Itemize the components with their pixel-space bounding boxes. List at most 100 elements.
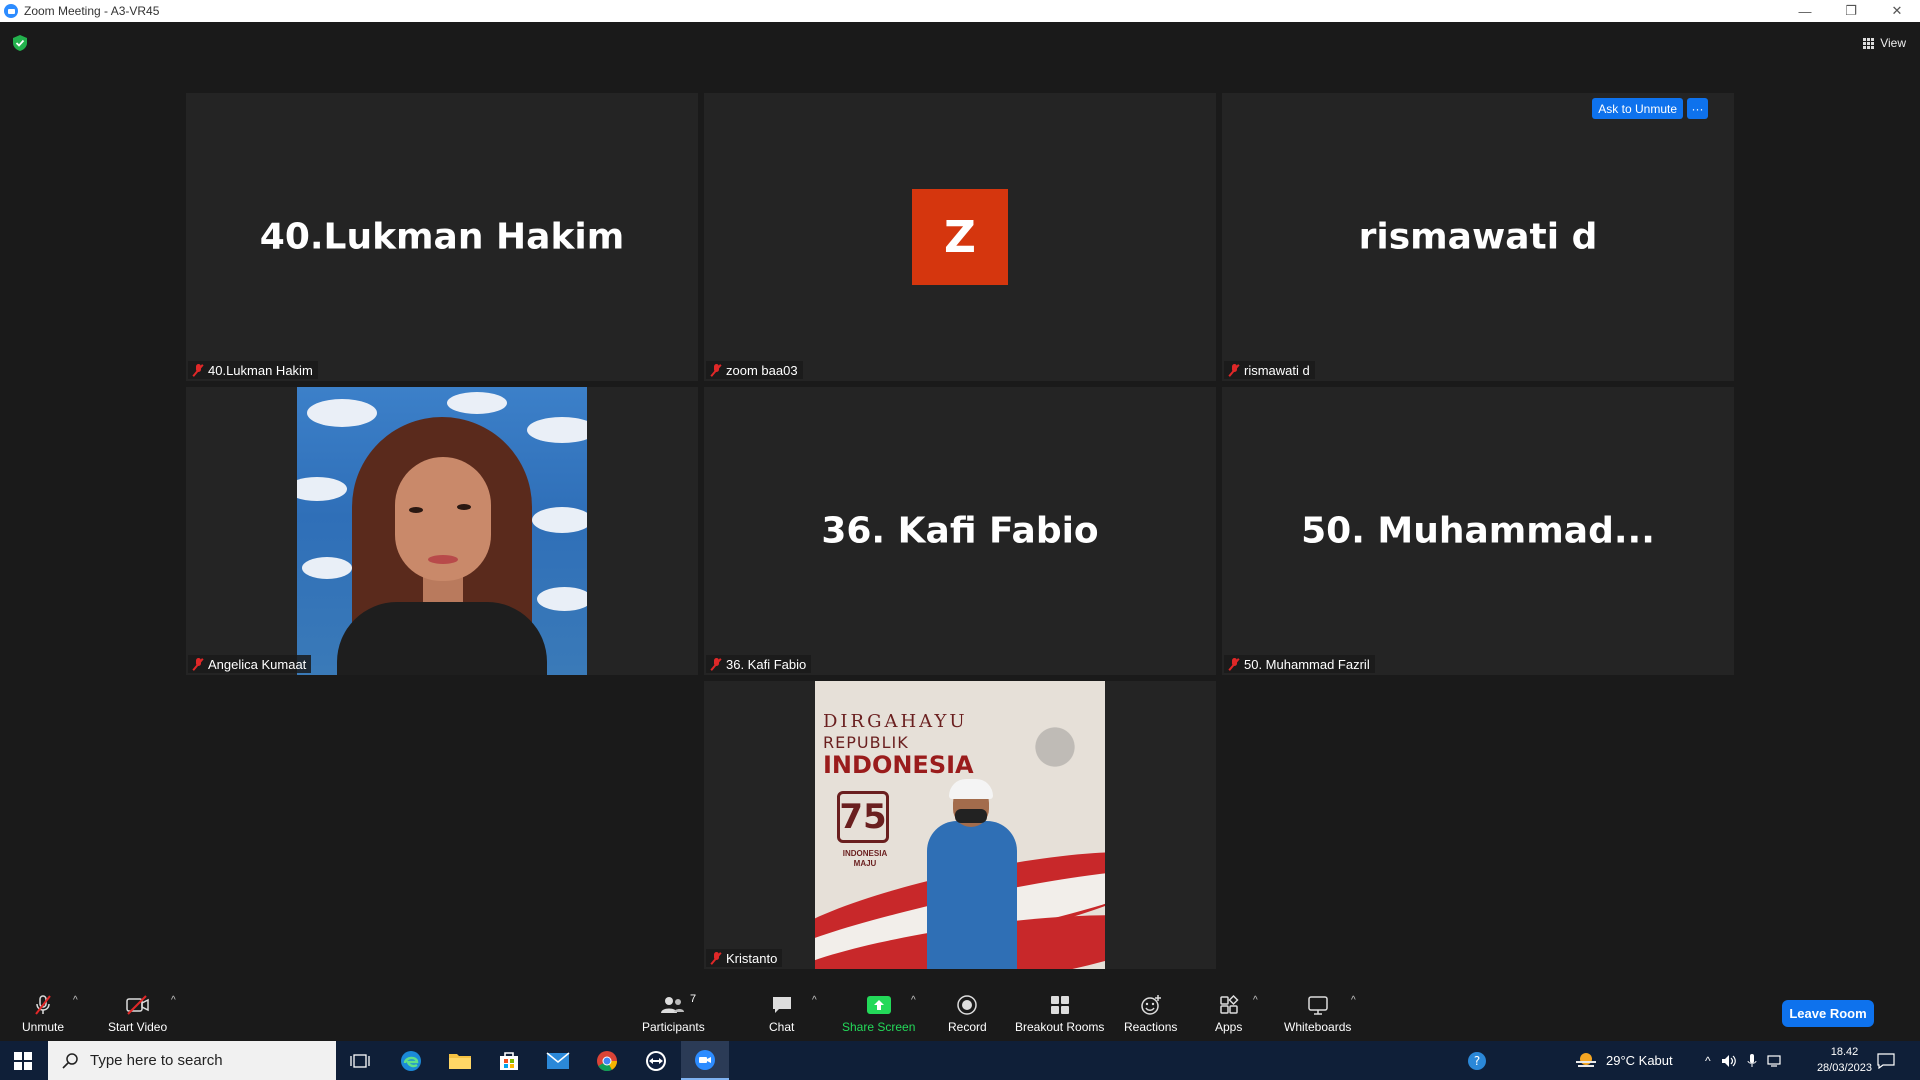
reactions-icon: [1140, 995, 1161, 1015]
view-button[interactable]: View: [1863, 33, 1906, 53]
whiteboard-options-caret-icon[interactable]: ^: [1351, 995, 1356, 1006]
windows-logo-icon: [14, 1051, 32, 1070]
participant-display-name: 40.Lukman Hakim: [259, 216, 625, 258]
help-tray[interactable]: ?: [1466, 1041, 1488, 1080]
taskbar-teamviewer[interactable]: [632, 1041, 680, 1080]
zoom-app-icon: [695, 1049, 715, 1070]
record-icon: [957, 995, 978, 1015]
share-screen-icon: [866, 996, 891, 1014]
audio-options-caret-icon[interactable]: ^: [73, 995, 78, 1006]
system-clock[interactable]: 18.42 28/03/2023: [1817, 1044, 1872, 1076]
windows-taskbar: Type here to search ? 29°C Kabut ^ 18.42…: [0, 1041, 1920, 1080]
window-title: Zoom Meeting - A3-VR45: [24, 4, 160, 18]
participant-name-tag: 50. Muhammad Fazril: [1224, 655, 1375, 673]
participant-name-tag: Angelica Kumaat: [188, 655, 312, 673]
unmute-button[interactable]: Unmute: [22, 993, 64, 1034]
taskbar-zoom[interactable]: [681, 1041, 729, 1080]
taskbar-mail[interactable]: [534, 1041, 582, 1080]
participant-name: 36. Kafi Fabio: [726, 656, 807, 672]
close-button[interactable]: ✕: [1874, 0, 1920, 22]
whiteboards-label: Whiteboards: [1284, 1020, 1352, 1034]
security-shield-icon[interactable]: [13, 35, 27, 51]
apps-options-caret-icon[interactable]: ^: [1253, 995, 1258, 1006]
unmute-label: Unmute: [22, 1020, 65, 1034]
window-title-bar: Zoom Meeting - A3-VR45 — ❐ ✕: [0, 0, 1920, 22]
start-button[interactable]: [0, 1041, 46, 1080]
banner-text: INDONESIA: [823, 751, 974, 779]
banner-text: DIRGAHAYU: [823, 711, 968, 732]
participant-display-name: rismawati d: [1358, 216, 1598, 258]
weather-text: 29°C Kabut: [1606, 1053, 1673, 1068]
participants-count: 7: [690, 993, 697, 1005]
mic-muted-icon: [710, 951, 722, 965]
participant-name: 40.Lukman Hakim: [208, 362, 313, 378]
video-tile-zoom-baa03[interactable]: Z zoom baa03: [704, 93, 1216, 381]
task-view-button[interactable]: [336, 1041, 384, 1080]
volume-icon[interactable]: [1721, 1054, 1737, 1068]
help-icon: ?: [1468, 1051, 1486, 1070]
microphone-icon[interactable]: [1747, 1053, 1757, 1068]
participant-name: rismawati d: [1244, 362, 1310, 378]
breakout-rooms-button[interactable]: Breakout Rooms: [1015, 993, 1104, 1034]
clock-date: 28/03/2023: [1816, 1062, 1872, 1074]
whiteboard-icon: [1307, 996, 1328, 1015]
start-video-button[interactable]: Start Video: [108, 993, 167, 1034]
task-view-icon: [350, 1053, 370, 1068]
taskbar-file-explorer[interactable]: [436, 1041, 484, 1080]
participant-name: Kristanto: [726, 950, 778, 966]
record-button[interactable]: Record: [948, 993, 987, 1034]
minimize-button[interactable]: —: [1782, 0, 1828, 22]
apps-button[interactable]: Apps: [1215, 993, 1242, 1034]
chat-options-caret-icon[interactable]: ^: [812, 995, 817, 1006]
video-tile-rismawati[interactable]: Ask to Unmute ··· rismawati d rismawati …: [1222, 93, 1734, 381]
share-screen-button[interactable]: Share Screen: [842, 993, 915, 1034]
taskbar-store[interactable]: [485, 1041, 533, 1080]
more-options-button[interactable]: ···: [1687, 98, 1708, 119]
edge-browser-icon: [401, 1050, 421, 1071]
apps-icon: [1219, 994, 1239, 1014]
participant-display-name: 36. Kafi Fabio: [821, 510, 1099, 552]
svg-text:?: ?: [1474, 1054, 1480, 1068]
mic-muted-icon: [710, 363, 722, 377]
show-hidden-icons-icon[interactable]: ^: [1705, 1054, 1711, 1068]
breakout-rooms-label: Breakout Rooms: [1015, 1020, 1105, 1034]
reactions-label: Reactions: [1124, 1020, 1178, 1034]
whiteboards-button[interactable]: Whiteboards: [1284, 993, 1351, 1034]
apps-label: Apps: [1215, 1020, 1243, 1034]
reactions-button[interactable]: Reactions: [1124, 993, 1177, 1034]
share-screen-label: Share Screen: [842, 1020, 916, 1034]
chat-icon: [772, 997, 791, 1013]
participant-name-tag: zoom baa03: [706, 361, 803, 379]
video-tile-angelica[interactable]: Angelica Kumaat: [186, 387, 698, 675]
video-options-caret-icon[interactable]: ^: [171, 995, 176, 1006]
video-tile-kristanto[interactable]: DIRGAHAYU REPUBLIK INDONESIA 75 INDONESI…: [704, 681, 1216, 969]
mic-muted-icon: [192, 657, 204, 671]
chat-button[interactable]: Chat: [769, 993, 794, 1034]
participant-name: Angelica Kumaat: [208, 656, 307, 672]
weather-widget[interactable]: 29°C Kabut: [1574, 1041, 1673, 1080]
participant-video: [297, 387, 587, 675]
leave-room-button[interactable]: Leave Room: [1782, 1000, 1874, 1027]
participant-name-tag: Kristanto: [706, 949, 783, 967]
taskbar-chrome[interactable]: [583, 1041, 631, 1080]
network-icon[interactable]: [1767, 1054, 1783, 1068]
participant-name-tag: 40.Lukman Hakim: [188, 361, 318, 379]
chat-label: Chat: [769, 1020, 795, 1034]
avatar: Z: [912, 189, 1008, 285]
taskbar-edge[interactable]: [387, 1041, 435, 1080]
video-tile-kafi[interactable]: 36. Kafi Fabio 36. Kafi Fabio: [704, 387, 1216, 675]
store-bag-icon: [500, 1051, 518, 1070]
notification-center-button[interactable]: [1877, 1041, 1895, 1080]
mic-muted-icon: [35, 995, 51, 1015]
notification-icon: [1877, 1052, 1895, 1069]
taskbar-search-box[interactable]: Type here to search: [48, 1041, 336, 1080]
restore-button[interactable]: ❐: [1828, 0, 1874, 22]
participant-name-tag: rismawati d: [1224, 361, 1315, 379]
share-options-caret-icon[interactable]: ^: [911, 995, 916, 1006]
participant-name-tag: 36. Kafi Fabio: [706, 655, 812, 673]
ask-to-unmute-button[interactable]: Ask to Unmute: [1592, 98, 1683, 119]
video-tile-muhammad[interactable]: 50. Muhammad... 50. Muhammad Fazril: [1222, 387, 1734, 675]
mic-muted-icon: [710, 657, 722, 671]
participant-display-name: 50. Muhammad...: [1301, 510, 1655, 552]
video-tile-lukman[interactable]: 40.Lukman Hakim 40.Lukman Hakim: [186, 93, 698, 381]
